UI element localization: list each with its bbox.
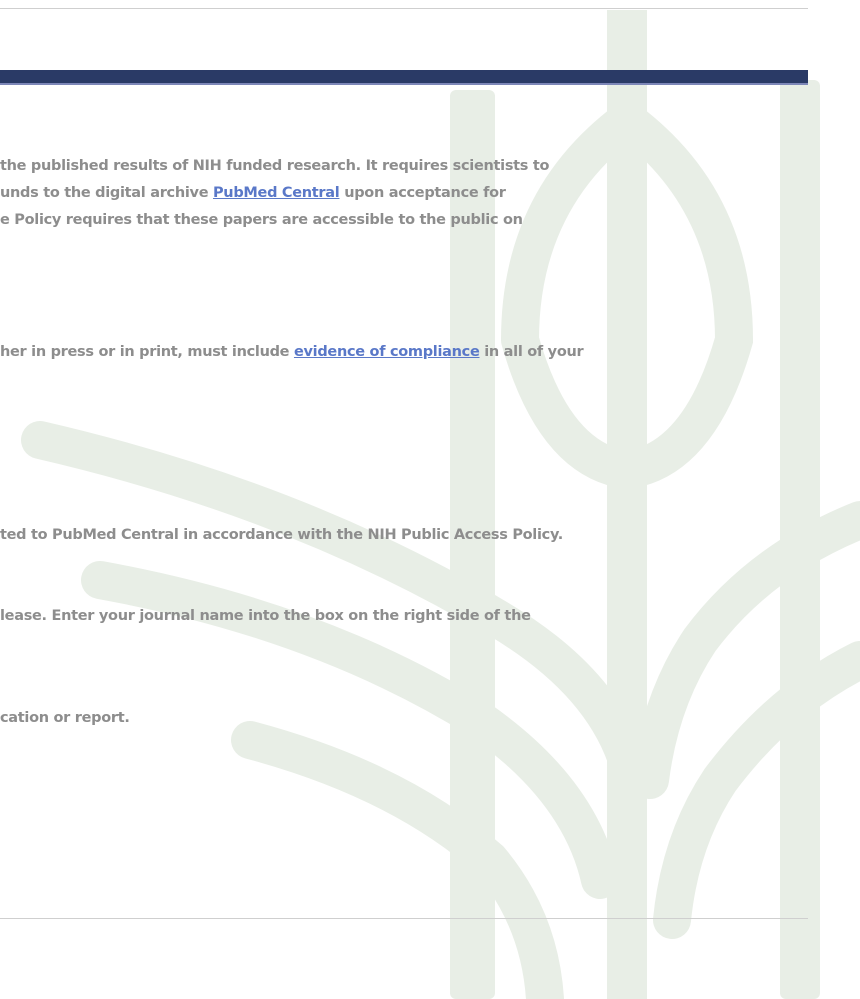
banner-underline (0, 83, 808, 85)
journal-name-text: lease. Enter your journal name into the … (0, 608, 531, 624)
pmc-submission-text: ted to PubMed Central in accordance with… (0, 527, 563, 543)
compliance-text-prefix: her in press or in print, must include (0, 344, 294, 360)
compliance-text-suffix: in all of your (479, 344, 584, 360)
report-text: cation or report. (0, 710, 130, 726)
compliance-text-line: her in press or in print, must include e… (0, 344, 790, 360)
wheat-sprout-icon (21, 10, 860, 999)
evidence-of-compliance-link[interactable]: evidence of compliance (294, 344, 480, 360)
bottom-divider (0, 918, 808, 919)
banner-bar (0, 70, 808, 83)
policy-text-line-2-suffix: upon acceptance for (339, 185, 506, 201)
top-divider (0, 8, 808, 9)
policy-text-line-1: the published results of NIH funded rese… (0, 158, 550, 174)
policy-text-line-3: e Policy requires that these papers are … (0, 212, 523, 228)
pubmed-central-link[interactable]: PubMed Central (213, 185, 340, 201)
section-banner (0, 70, 808, 88)
policy-text-line-2-prefix: unds to the digital archive (0, 185, 213, 201)
policy-text-line-2: unds to the digital archive PubMed Centr… (0, 185, 790, 201)
